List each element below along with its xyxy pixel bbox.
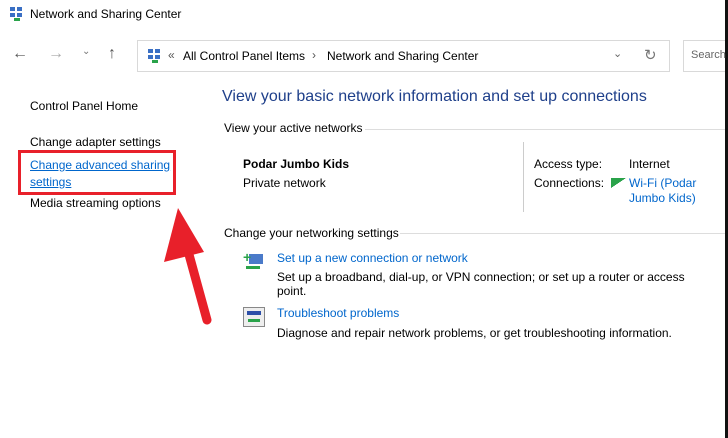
task-new-connection-desc: Set up a broadband, dial-up, or VPN conn… [277,270,685,298]
network-type: Private network [243,176,326,190]
search-input[interactable]: Search [683,40,726,72]
page-heading: View your basic network information and … [222,88,647,105]
active-networks-label: View your active networks [224,121,363,135]
search-placeholder: Search [691,49,726,61]
recent-dropdown[interactable]: ⌄ [82,46,90,57]
connections-label: Connections: [534,176,605,190]
overflow-chevron[interactable]: « [168,48,175,62]
refresh-icon[interactable]: ↻ [644,46,657,64]
window-title: Network and Sharing Center [30,7,182,21]
network-icon [10,7,24,21]
access-type-value: Internet [629,157,670,171]
sidebar-item-control-panel-home[interactable]: Control Panel Home [30,99,138,113]
wifi-signal-icon [611,178,626,188]
highlight-box [18,150,176,195]
address-dropdown-icon[interactable]: ⌄ [613,47,622,60]
forward-button[interactable]: → [48,45,64,63]
network-name: Podar Jumbo Kids [243,157,350,171]
sidebar-item-media-streaming[interactable]: Media streaming options [30,196,161,210]
address-bar[interactable]: « All Control Panel Items › Network and … [137,40,670,72]
divider [400,233,725,234]
up-button[interactable]: ↑ [108,45,116,63]
vertical-divider [523,142,524,212]
annotation-arrow [164,208,212,325]
breadcrumb-separator: › [312,48,316,62]
network-icon [148,49,162,63]
back-button[interactable]: ← [12,45,28,63]
breadcrumb-all-items[interactable]: All Control Panel Items [183,49,305,63]
breadcrumb-current[interactable]: Network and Sharing Center [327,49,478,63]
wifi-connection-link[interactable]: Wi-Fi (Podar Jumbo Kids) [629,176,721,206]
troubleshoot-icon [243,307,265,327]
access-type-label: Access type: [534,157,603,171]
new-connection-icon: + [243,250,265,271]
task-new-connection[interactable]: Set up a new connection or network [277,251,468,265]
task-troubleshoot-desc: Diagnose and repair network problems, or… [277,326,672,340]
sidebar-item-change-adapter[interactable]: Change adapter settings [30,135,161,149]
task-troubleshoot[interactable]: Troubleshoot problems [277,306,399,320]
divider [365,129,725,130]
change-settings-label: Change your networking settings [224,226,399,240]
